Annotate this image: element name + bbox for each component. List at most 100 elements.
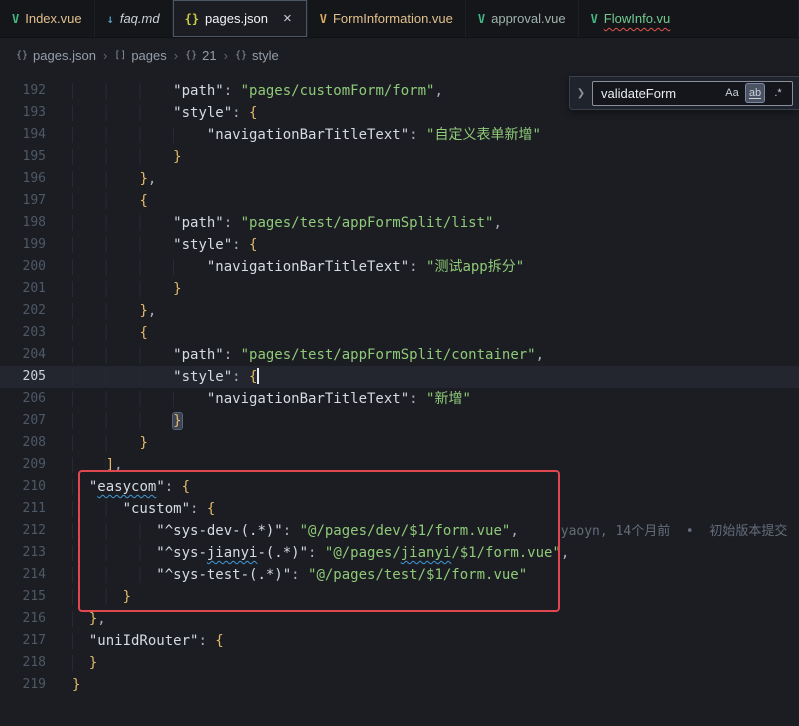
code-line-195[interactable]: 195 } <box>0 146 799 168</box>
breadcrumb-separator-icon: › <box>103 48 107 63</box>
chevron-right-icon[interactable]: ❯ <box>570 88 592 99</box>
tab-label: faq.md <box>120 11 160 26</box>
json-icon: {} <box>185 12 199 26</box>
code-line-218[interactable]: 218 } <box>0 652 799 674</box>
code-token: "@/pages/ <box>325 545 401 561</box>
breadcrumb-label: pages.json <box>33 48 96 63</box>
line-number: 212 <box>0 520 46 542</box>
tab-forminformation-vue[interactable]: VFormInformation.vue <box>308 0 466 37</box>
code-token: { <box>249 105 257 121</box>
text-cursor <box>257 368 259 384</box>
line-number: 202 <box>0 300 46 322</box>
line-number: 211 <box>0 498 46 520</box>
code-token: "@/pages/test/$1/form.vue" <box>308 567 527 583</box>
code-content: { <box>46 322 799 344</box>
line-number: 205 <box>0 366 46 388</box>
code-line-219[interactable]: 219} <box>0 674 799 696</box>
code-token: } <box>139 303 147 319</box>
code-line-200[interactable]: 200 "navigationBarTitleText": "测试app拆分" <box>0 256 799 278</box>
line-number: 215 <box>0 586 46 608</box>
code-line-203[interactable]: 203 { <box>0 322 799 344</box>
code-content: } <box>46 674 799 696</box>
code-line-201[interactable]: 201 } <box>0 278 799 300</box>
indent <box>72 479 89 495</box>
find-input[interactable] <box>601 86 719 101</box>
code-token: jianyi <box>401 545 452 561</box>
code-token: "path" <box>173 347 224 363</box>
code-line-212[interactable]: 212 "^sys-dev-(.*)": "@/pages/dev/$1/for… <box>0 520 799 542</box>
code-content: "easycom": { <box>46 476 799 498</box>
indent <box>72 545 156 561</box>
tab-label: pages.json <box>205 11 268 26</box>
code-token: jianyi <box>207 545 258 561</box>
vue-icon: V <box>591 12 598 26</box>
regex-toggle[interactable]: .* <box>768 83 788 103</box>
tab-approval-vue[interactable]: Vapproval.vue <box>466 0 579 37</box>
code-token: : <box>291 567 308 583</box>
code-token: "style" <box>173 105 232 121</box>
breadcrumb-item-pages.json[interactable]: {}pages.json <box>16 48 96 63</box>
code-token: : <box>232 369 249 385</box>
code-line-194[interactable]: 194 "navigationBarTitleText": "自定义表单新增" <box>0 124 799 146</box>
breadcrumb-item-pages[interactable]: []pages <box>114 48 166 63</box>
code-line-198[interactable]: 198 "path": "pages/test/appFormSplit/lis… <box>0 212 799 234</box>
code-line-208[interactable]: 208 } <box>0 432 799 454</box>
indent <box>72 259 207 275</box>
indent <box>72 127 207 143</box>
code-token: "style" <box>173 237 232 253</box>
code-token: { <box>215 633 223 649</box>
code-token: : <box>308 545 325 561</box>
code-token: } <box>139 435 147 451</box>
tab-flowinfo-vu[interactable]: VFlowInfo.vu <box>579 0 799 37</box>
code-token: : <box>409 391 426 407</box>
code-line-202[interactable]: 202 }, <box>0 300 799 322</box>
code-content: }, <box>46 608 799 630</box>
whole-word-toggle[interactable]: ab <box>745 83 765 103</box>
code-line-210[interactable]: 210 "easycom": { <box>0 476 799 498</box>
code-content: "navigationBarTitleText": "自定义表单新增" <box>46 124 799 146</box>
code-token: : <box>224 347 241 363</box>
code-line-207[interactable]: 207 } <box>0 410 799 432</box>
line-number: 208 <box>0 432 46 454</box>
breadcrumb-item-21[interactable]: {}21 <box>185 48 217 63</box>
code-line-199[interactable]: 199 "style": { <box>0 234 799 256</box>
code-content: { <box>46 190 799 212</box>
code-line-211[interactable]: 211 "custom": { <box>0 498 799 520</box>
vue-icon: V <box>12 12 19 26</box>
code-line-216[interactable]: 216 }, <box>0 608 799 630</box>
code-line-206[interactable]: 206 "navigationBarTitleText": "新增" <box>0 388 799 410</box>
code-line-217[interactable]: 217 "uniIdRouter": { <box>0 630 799 652</box>
object-icon: {} <box>185 50 197 61</box>
line-number: 219 <box>0 674 46 696</box>
code-line-205[interactable]: 205 "style": { <box>0 366 799 388</box>
code-token: "新增" <box>426 391 471 407</box>
code-content: "navigationBarTitleText": "新增" <box>46 388 799 410</box>
code-token: : <box>283 523 300 539</box>
code-token: ] <box>106 457 114 473</box>
tab-index-vue[interactable]: VIndex.vue <box>0 0 95 37</box>
markdown-icon: ↓ <box>107 12 114 26</box>
code-area: 192 "path": "pages/customForm/form",193 … <box>0 72 799 696</box>
code-line-196[interactable]: 196 }, <box>0 168 799 190</box>
code-token: } <box>89 655 97 671</box>
array-icon: [] <box>114 50 126 61</box>
code-line-209[interactable]: 209 ], <box>0 454 799 476</box>
indent <box>72 633 89 649</box>
indent <box>72 193 139 209</box>
code-line-214[interactable]: 214 "^sys-test-(.*)": "@/pages/test/$1/f… <box>0 564 799 586</box>
breadcrumb-item-style[interactable]: {}style <box>235 48 279 63</box>
code-line-215[interactable]: 215 } <box>0 586 799 608</box>
code-content: } <box>46 278 799 300</box>
line-number: 196 <box>0 168 46 190</box>
tab-pages-json[interactable]: {} pages.json × <box>173 0 308 37</box>
indent <box>72 501 123 517</box>
tab-faq-md[interactable]: ↓ faq.md <box>95 0 173 37</box>
code-line-197[interactable]: 197 { <box>0 190 799 212</box>
code-line-204[interactable]: 204 "path": "pages/test/appFormSplit/con… <box>0 344 799 366</box>
breadcrumb: {}pages.json›[]pages›{}21›{}style <box>0 38 799 72</box>
line-number: 209 <box>0 454 46 476</box>
match-case-toggle[interactable]: Aa <box>722 83 742 103</box>
code-line-213[interactable]: 213 "^sys-jianyi-(.*)": "@/pages/jianyi/… <box>0 542 799 564</box>
code-token: } <box>123 589 131 605</box>
close-icon[interactable]: × <box>280 10 295 27</box>
